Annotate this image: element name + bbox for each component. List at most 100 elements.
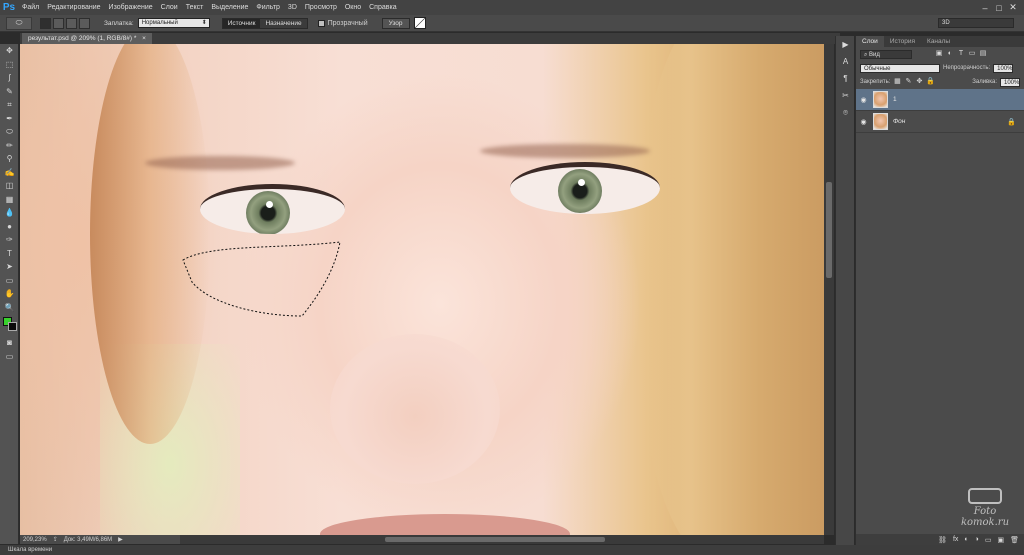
filter-type-icon[interactable]: T [957,50,965,58]
maximize-button[interactable]: □ [992,3,1006,13]
visibility-eye-icon[interactable]: ◉ [859,96,868,104]
pattern-button[interactable]: Узор [381,17,410,29]
patch-label: Заплатка: [104,19,134,27]
minimize-button[interactable]: – [978,3,992,13]
menu-layers[interactable]: Слои [157,0,182,15]
status-menu-arrow[interactable]: ▶ [118,536,123,543]
transparent-checkbox[interactable]: Прозрачный [317,19,368,27]
menu-view[interactable]: Просмотр [301,0,341,15]
menu-window[interactable]: Окно [341,0,365,15]
blur-icon[interactable]: 💧 [0,206,19,220]
tab-channels[interactable]: Каналы [921,36,956,47]
lock-pixels-icon[interactable]: ✎ [904,78,912,86]
document-tab-bar: результат.psd @ 209% (1, RGB/8#) * × [20,33,840,44]
layer-name[interactable]: Фон [893,118,905,125]
layer-row[interactable]: ◉ Фон 🔒 [856,111,1024,133]
source-button[interactable]: Источник [222,18,261,28]
opacity-label: Непрозрачность: [943,65,991,71]
filter-adjustment-icon[interactable]: ◐ [946,50,954,58]
document-size: Док: 3,49M/6,86M [63,536,113,543]
new-selection-button[interactable] [40,17,51,29]
move-icon[interactable]: ✥ [0,44,19,58]
menu-type[interactable]: Текст [182,0,208,15]
document-close-icon[interactable]: × [142,35,146,42]
menu-image[interactable]: Изображение [105,0,157,15]
patch-icon[interactable]: ⬭ [0,125,19,139]
subtract-selection-button[interactable] [66,17,77,29]
3d-icon[interactable]: ⌾ [836,104,855,121]
history-brush-icon[interactable]: ✍ [0,166,19,180]
hand-icon[interactable]: ✋ [0,287,19,301]
menu-filter[interactable]: Фильтр [252,0,284,15]
lock-icon: 🔒 [1007,118,1016,126]
fill-input[interactable]: 100% [1000,77,1020,87]
brush-icon[interactable]: ✏ [0,139,19,153]
pen-icon[interactable]: ✑ [0,233,19,247]
filter-shape-icon[interactable]: ▭ [968,50,976,58]
tool-preset-picker[interactable]: ⬭ [6,16,32,30]
path-select-icon[interactable]: ➤ [0,260,19,274]
eyedropper-icon[interactable]: ✒ [0,112,19,126]
horizontal-scroll-thumb[interactable] [385,537,605,542]
menu-3d[interactable]: 3D [284,0,301,15]
add-selection-button[interactable] [53,17,64,29]
dodge-icon[interactable]: ● [0,220,19,234]
play-icon[interactable]: ▶ [836,36,855,53]
shape-icon[interactable]: ▭ [0,274,19,288]
crop-icon[interactable]: ⌗ [0,98,19,112]
close-button[interactable]: ✕ [1006,2,1020,13]
quick-mask-icon[interactable]: ◙ [0,336,19,350]
pattern-swatch[interactable] [413,17,426,29]
toolbox: ✥ ⬚ ʃ ✎ ⌗ ✒ ⬭ ✏ ⚲ ✍ ◫ ▦ 💧 ● ✑ T ➤ ▭ ✋ 🔍 … [0,44,19,544]
patch-selection-outline[interactable] [20,44,824,535]
blend-mode-select[interactable]: Обычные [860,63,940,73]
document-canvas[interactable] [20,44,824,535]
clone-stamp-icon[interactable]: ⚲ [0,152,19,166]
paragraph-icon[interactable]: ¶ [836,70,855,87]
layer-filter-row: ⌕ Вид ▣ ◐ T ▭ ▤ [856,47,1024,61]
menu-edit[interactable]: Редактирование [43,0,104,15]
screen-mode-icon[interactable]: ▭ [0,350,19,364]
document-tab[interactable]: результат.psd @ 209% (1, RGB/8#) * × [22,33,152,44]
opacity-input[interactable]: 100% [993,63,1014,73]
destination-button[interactable]: Назначение [260,18,307,28]
workspace-select[interactable]: 3D [938,18,1014,28]
patch-mode-select[interactable]: Нормальный [137,18,210,28]
layer-row[interactable]: ◉ 1 [856,89,1024,111]
lock-all-icon[interactable]: 🔒 [926,78,935,86]
background-color[interactable] [8,322,17,331]
lock-position-icon[interactable]: ✥ [915,78,923,86]
menu-help[interactable]: Справка [365,0,400,15]
share-icon[interactable]: ⇪ [53,536,58,543]
tab-history[interactable]: История [884,36,921,47]
main-menu: Файл Редактирование Изображение Слои Тек… [18,0,401,15]
vertical-scrollbar[interactable] [824,44,834,535]
lasso-icon[interactable]: ʃ [0,71,19,85]
visibility-eye-icon[interactable]: ◉ [859,118,868,126]
panel-dock: ▶ A ¶ ✂ ⌾ [835,36,854,545]
quick-select-icon[interactable]: ✎ [0,85,19,99]
character-icon[interactable]: A [836,53,855,70]
layer-name[interactable]: 1 [893,96,897,103]
intersect-selection-button[interactable] [79,17,90,29]
link-layers-icon[interactable]: ⛓ [938,536,947,544]
marquee-icon[interactable]: ⬚ [0,58,19,72]
tools-preset-icon[interactable]: ✂ [836,87,855,104]
gradient-icon[interactable]: ▦ [0,193,19,207]
menu-file[interactable]: Файл [18,0,43,15]
timeline-panel-tab[interactable]: Шкала времени [0,545,1024,555]
vertical-scroll-thumb[interactable] [826,182,832,278]
eraser-icon[interactable]: ◫ [0,179,19,193]
lock-transparent-icon[interactable]: ▦ [893,78,901,86]
zoom-level[interactable]: 209,23% [23,537,47,543]
menu-select[interactable]: Выделение [207,0,252,15]
document-tab-title: результат.psd @ 209% (1, RGB/8#) * [28,35,137,42]
filter-pixel-icon[interactable]: ▣ [935,50,943,58]
watermark-line2: komok.ru [960,517,1010,528]
type-icon[interactable]: T [0,247,19,261]
tab-layers[interactable]: Слои [856,36,884,47]
filter-smart-icon[interactable]: ▤ [979,50,987,58]
layer-filter-select[interactable]: ⌕ Вид [860,49,912,59]
layer-thumbnail [873,113,888,130]
zoom-icon[interactable]: 🔍 [0,301,19,315]
